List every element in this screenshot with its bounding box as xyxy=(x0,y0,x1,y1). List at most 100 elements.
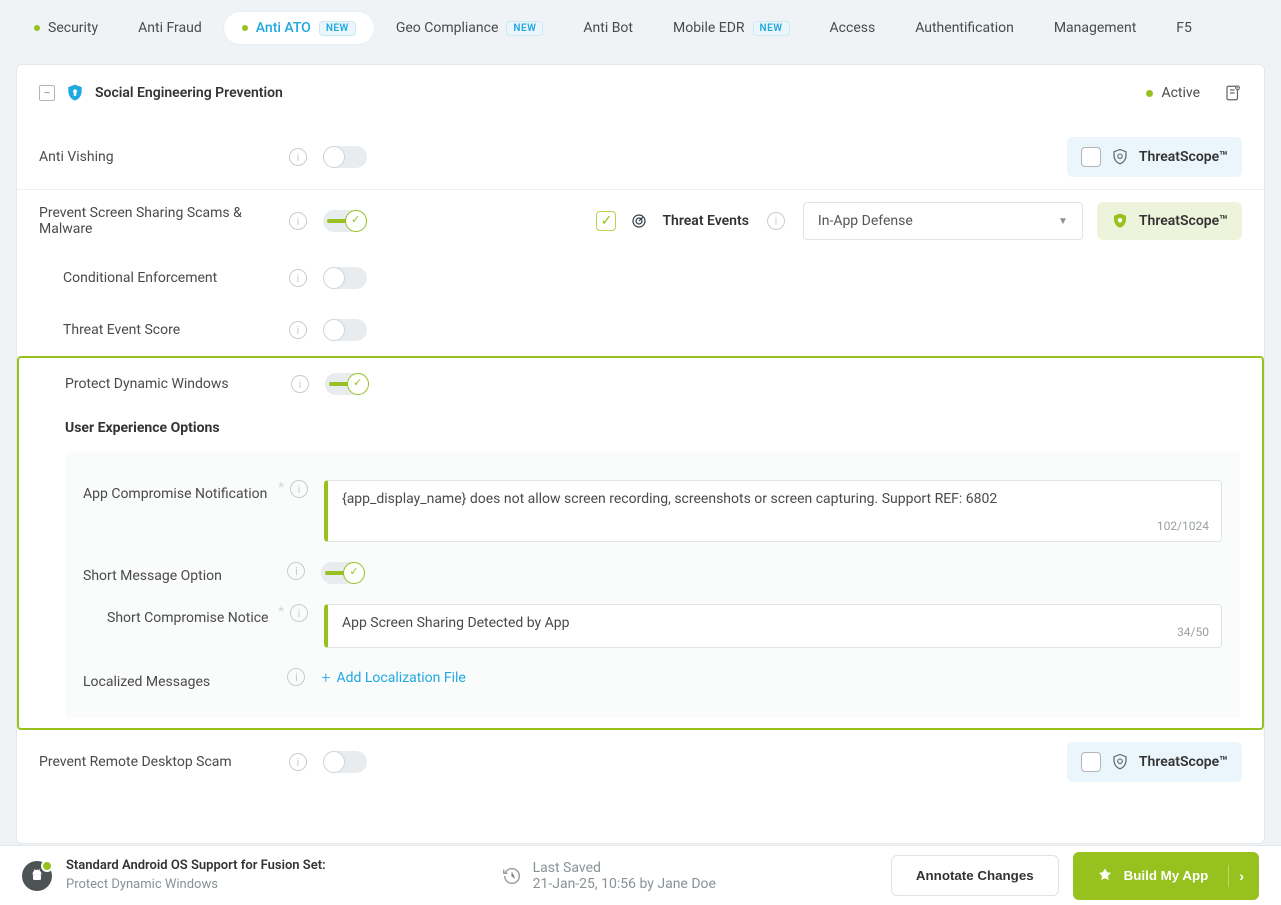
threatscope-chip[interactable]: ThreatScope™ xyxy=(1067,742,1242,782)
checkbox-threatscope[interactable] xyxy=(1081,752,1101,772)
threatscope-chip-active[interactable]: ThreatScope™ xyxy=(1097,202,1242,240)
toggle-prevent-screen[interactable] xyxy=(323,210,367,232)
annotate-button[interactable]: Annotate Changes xyxy=(891,855,1059,896)
threatscope-chip[interactable]: ThreatScope™ xyxy=(1067,137,1242,177)
required-marker: * xyxy=(278,480,284,496)
tab-geo-compliance[interactable]: Geo Compliance NEW xyxy=(378,12,562,44)
input-value: {app_display_name} does not allow screen… xyxy=(342,491,997,507)
toggle-score[interactable] xyxy=(323,319,367,341)
tab-label: Mobile EDR xyxy=(673,20,745,36)
plus-icon: + xyxy=(321,668,330,687)
threatscope-shield-icon xyxy=(1111,753,1129,771)
defense-dropdown[interactable]: In-App Defense ▼ xyxy=(803,202,1083,240)
info-icon[interactable]: i xyxy=(289,212,307,230)
new-badge: NEW xyxy=(753,21,790,36)
toggle-protect-dynamic[interactable] xyxy=(325,373,369,395)
add-localization-link[interactable]: + Add Localization File xyxy=(321,668,465,687)
input-app-compromise[interactable]: {app_display_name} does not allow screen… xyxy=(324,480,1222,542)
chevron-right-icon[interactable]: › xyxy=(1239,868,1244,884)
spacer-req xyxy=(278,562,281,578)
toggle-prevent-remote[interactable] xyxy=(323,751,367,773)
saved-label: Last Saved xyxy=(533,860,716,876)
new-badge: NEW xyxy=(506,21,543,36)
threatscope-shield-icon xyxy=(1111,212,1129,230)
row-short-notice: Short Compromise Notice * i App Screen S… xyxy=(83,594,1222,658)
settings-card: − Social Engineering Prevention Active +… xyxy=(16,64,1265,844)
toggle-conditional[interactable] xyxy=(323,267,367,289)
tab-mobile-edr[interactable]: Mobile EDR NEW xyxy=(655,12,808,44)
row-score: Threat Event Score i xyxy=(17,304,1264,356)
button-label: Annotate Changes xyxy=(916,868,1034,883)
checkbox-threat-events[interactable]: ✓ xyxy=(596,211,616,231)
info-icon[interactable]: i xyxy=(287,668,305,686)
label-prevent-screen: Prevent Screen Sharing Scams & Malware xyxy=(39,205,289,237)
tab-label: Anti Bot xyxy=(583,20,633,36)
footer-center: Last Saved 21-Jan-25, 10:56 by Jane Doe xyxy=(501,860,716,892)
notes-icon[interactable]: + xyxy=(1224,84,1242,102)
tab-anti-ato[interactable]: Anti ATO NEW xyxy=(224,12,374,44)
threatscope-label: ThreatScope™ xyxy=(1139,213,1228,229)
divider xyxy=(1228,865,1229,887)
info-icon[interactable]: i xyxy=(289,321,307,339)
history-icon xyxy=(501,865,523,887)
checkbox-threatscope[interactable] xyxy=(1081,147,1101,167)
row-anti-vishing: Anti Vishing i ThreatScope™ xyxy=(17,125,1264,189)
row-protect-dynamic: Protect Dynamic Windows i xyxy=(19,358,1262,410)
info-icon[interactable]: i xyxy=(290,604,308,622)
tab-label: Access xyxy=(830,20,876,36)
input-value: App Screen Sharing Detected by App xyxy=(342,615,570,631)
label-protect-dynamic: Protect Dynamic Windows xyxy=(41,376,291,392)
tab-f5[interactable]: F5 xyxy=(1158,12,1210,44)
spacer-req xyxy=(278,668,281,684)
tab-label: Security xyxy=(48,20,98,36)
label-prevent-remote: Prevent Remote Desktop Scam xyxy=(39,754,289,770)
label-app-compromise: App Compromise Notification xyxy=(83,480,278,502)
label-conditional: Conditional Enforcement xyxy=(39,270,289,286)
build-app-button[interactable]: Build My App › xyxy=(1073,852,1259,900)
status-label: Active xyxy=(1161,85,1200,101)
tab-anti-bot[interactable]: Anti Bot xyxy=(565,12,651,44)
info-icon[interactable]: i xyxy=(289,753,307,771)
tab-label: Management xyxy=(1054,20,1136,36)
tab-label: F5 xyxy=(1176,20,1192,36)
dropdown-value: In-App Defense xyxy=(818,213,913,229)
input-short-notice[interactable]: App Screen Sharing Detected by App 34/50 xyxy=(324,604,1222,648)
ux-heading: User Experience Options xyxy=(19,410,1262,446)
build-icon xyxy=(1096,867,1114,885)
footer-line2: Protect Dynamic Windows xyxy=(66,876,326,894)
label-localized: Localized Messages xyxy=(83,668,278,690)
required-marker: * xyxy=(278,604,284,620)
target-icon xyxy=(630,212,648,230)
label-short-message: Short Message Option xyxy=(83,562,278,584)
threat-events-label: Threat Events xyxy=(662,213,748,229)
highlight-protect-dynamic: Protect Dynamic Windows i User Experienc… xyxy=(17,356,1264,730)
shield-icon xyxy=(65,83,85,103)
label-anti-vishing: Anti Vishing xyxy=(39,149,289,165)
tab-anti-fraud[interactable]: Anti Fraud xyxy=(120,12,220,44)
tab-authentification[interactable]: Authentification xyxy=(897,12,1032,44)
add-localization-label: Add Localization File xyxy=(336,670,465,686)
svg-text:+: + xyxy=(1236,86,1239,91)
toggle-anti-vishing[interactable] xyxy=(323,146,367,168)
saved-detail: 21-Jan-25, 10:56 by Jane Doe xyxy=(533,876,716,892)
info-icon[interactable]: i xyxy=(289,269,307,287)
info-icon[interactable]: i xyxy=(767,212,785,230)
row-app-compromise: App Compromise Notification * i {app_dis… xyxy=(83,470,1222,552)
row-localized: Localized Messages i + Add Localization … xyxy=(83,658,1222,700)
tab-management[interactable]: Management xyxy=(1036,12,1154,44)
threatscope-label: ThreatScope™ xyxy=(1139,754,1228,770)
info-icon[interactable]: i xyxy=(290,480,308,498)
footer-line1: Standard Android OS Support for Fusion S… xyxy=(66,857,326,875)
tab-access[interactable]: Access xyxy=(812,12,894,44)
char-count: 102/1024 xyxy=(1157,519,1209,533)
tab-label: Geo Compliance xyxy=(396,20,499,36)
tab-label: Anti ATO xyxy=(256,20,311,36)
info-icon[interactable]: i xyxy=(287,562,305,580)
status-dot-icon xyxy=(34,25,40,31)
info-icon[interactable]: i xyxy=(289,148,307,166)
tab-label: Anti Fraud xyxy=(138,20,202,36)
collapse-icon[interactable]: − xyxy=(39,85,55,101)
info-icon[interactable]: i xyxy=(291,375,309,393)
tab-security[interactable]: Security xyxy=(16,12,116,44)
toggle-short-message[interactable] xyxy=(321,562,365,584)
